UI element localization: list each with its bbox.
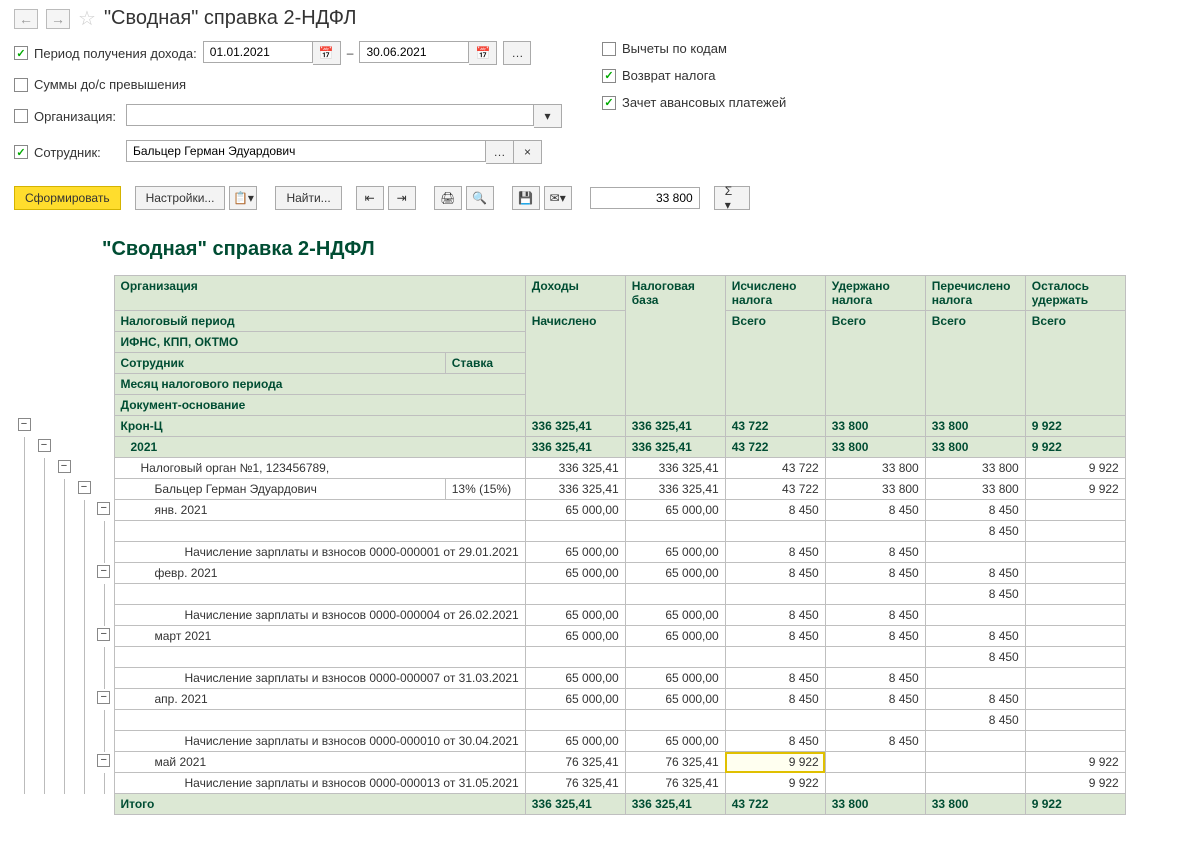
refund-checkbox[interactable] [602,69,616,83]
nav-forward-button[interactable]: → [46,9,70,29]
row-rate: 13% (15%) [445,479,525,500]
hdr-remain: Осталось удержать [1025,276,1125,311]
emp-input[interactable] [126,140,486,162]
row-month[interactable]: май 2021 [114,752,525,773]
tree-toggle[interactable]: − [58,460,71,473]
hdr-month: Месяц налогового периода [114,374,525,395]
hdr-paid: Перечислено налога [925,276,1025,311]
deduct-label: Вычеты по кодам [622,41,727,56]
expand-icon[interactable]: ⇥ [388,186,416,210]
settings-button[interactable]: Настройки... [135,186,226,210]
org-dropdown-icon[interactable]: ▾ [534,104,562,128]
row-emp[interactable]: Бальцер Герман Эдуардович [114,479,445,500]
row-doc[interactable]: Начисление зарплаты и взносов 0000-00000… [114,605,525,626]
hdr-rate: Ставка [445,353,525,374]
emp-checkbox[interactable] [14,145,28,159]
hdr-emp: Сотрудник [114,353,445,374]
emp-clear-button[interactable]: × [514,140,542,164]
sums-checkbox[interactable] [14,78,28,92]
row-month[interactable]: апр. 2021 [114,689,525,710]
period-more-button[interactable]: … [503,41,531,65]
tree-toggle[interactable]: − [97,565,110,578]
tree-toggle[interactable]: − [97,628,110,641]
period-label: Период получения дохода: [34,46,197,61]
period-checkbox[interactable] [14,46,28,60]
row-doc[interactable]: Начисление зарплаты и взносов 0000-00000… [114,542,525,563]
hdr-withheld: Удержано налога [825,276,925,311]
hdr-base: Налоговая база [625,276,725,416]
email-icon[interactable]: ✉▾ [544,186,572,210]
deduct-checkbox[interactable] [602,42,616,56]
hdr-calc: Исчислено налога [725,276,825,311]
date-sep: – [347,46,354,60]
preview-icon[interactable]: 🔍 [466,186,494,210]
tree-toggle[interactable]: − [97,502,110,515]
hdr-ifns: ИФНС, КПП, ОКТМО [114,332,525,353]
collapse-icon[interactable]: ⇤ [356,186,384,210]
date-to-input[interactable] [359,41,469,63]
date-to-calendar-icon[interactable]: 📅 [469,41,497,65]
tree-toggle[interactable]: − [18,418,31,431]
generate-button[interactable]: Сформировать [14,186,121,210]
report-title: "Сводная" справка 2-НДФЛ [102,238,1164,261]
hdr-total4: Всего [1025,311,1125,416]
tree-toggle[interactable]: − [38,439,51,452]
org-checkbox[interactable] [14,109,28,123]
row-doc[interactable]: Начисление зарплаты и взносов 0000-00000… [114,668,525,689]
row-ifns[interactable]: Налоговый орган №1, 123456789, [114,458,525,479]
row-year[interactable]: 2021 [114,437,525,458]
hdr-total2: Всего [825,311,925,416]
hdr-total3: Всего [925,311,1025,416]
find-button[interactable]: Найти... [275,186,341,210]
row-month[interactable]: февр. 2021 [114,563,525,584]
hdr-accrued: Начислено [525,311,625,416]
date-from-calendar-icon[interactable]: 📅 [313,41,341,65]
nav-back-button[interactable]: ← [14,9,38,29]
tree-toggle[interactable]: − [78,481,91,494]
print-icon[interactable]: 🖨 [434,186,462,210]
refund-label: Возврат налога [622,68,715,83]
row-month[interactable]: март 2021 [114,626,525,647]
emp-more-button[interactable]: … [486,140,514,164]
row-month[interactable]: янв. 2021 [114,500,525,521]
row-doc[interactable]: Начисление зарплаты и взносов 0000-00001… [114,773,525,794]
hdr-tax-period: Налоговый период [114,311,525,332]
advance-label: Зачет авансовых платежей [622,95,786,110]
row-total: Итого [114,794,525,815]
sigma-button[interactable]: Σ ▾ [714,186,750,210]
report-table: Организация Доходы Налоговая база Исчисл… [14,275,1126,815]
settings-variant-icon[interactable]: 📋▾ [229,186,257,210]
hdr-doc: Документ-основание [114,395,525,416]
tree-toggle[interactable]: − [97,691,110,704]
org-label: Организация: [34,109,120,124]
sums-label: Суммы до/с превышения [34,77,186,92]
page-title: "Сводная" справка 2-НДФЛ [104,7,357,30]
save-icon[interactable]: 💾 [512,186,540,210]
advance-checkbox[interactable] [602,96,616,110]
sum-value-input[interactable] [590,187,700,209]
selected-cell[interactable]: 9 922 [725,752,825,773]
org-input[interactable] [126,104,534,126]
tree-toggle[interactable]: − [97,754,110,767]
date-from-input[interactable] [203,41,313,63]
emp-label: Сотрудник: [34,145,120,160]
hdr-org: Организация [114,276,525,311]
hdr-total1: Всего [725,311,825,416]
row-org[interactable]: Крон-Ц [114,416,525,437]
row-doc[interactable]: Начисление зарплаты и взносов 0000-00001… [114,731,525,752]
favorite-star-icon[interactable]: ☆ [78,6,96,31]
hdr-income: Доходы [525,276,625,311]
